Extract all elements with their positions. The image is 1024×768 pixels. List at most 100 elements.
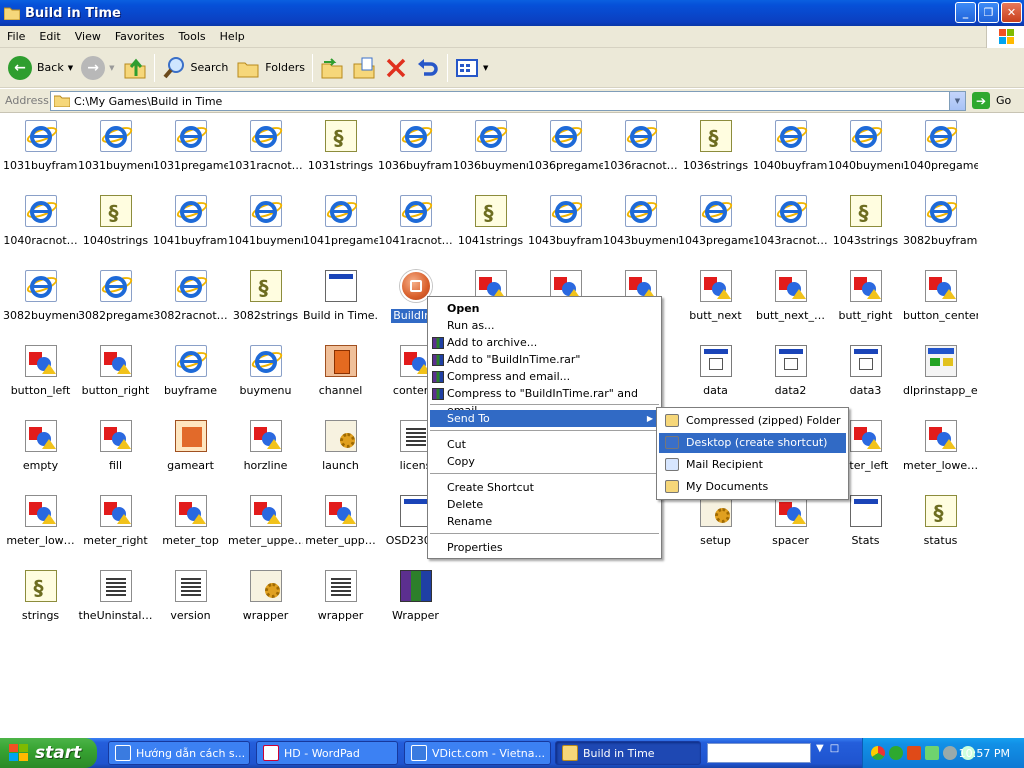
minimize-button[interactable]: _ [955,2,976,23]
file-item[interactable]: 1041racnot… [378,191,453,261]
file-item[interactable]: 3082racnot… [153,266,228,336]
file-item[interactable]: § 3082strings [228,266,303,336]
menu-favorites[interactable]: Favorites [108,30,172,43]
file-item[interactable]: horzline [228,416,303,486]
file-item[interactable]: 1043racnot… [753,191,828,261]
file-item[interactable]: meter_uppe… [228,491,303,561]
file-item[interactable]: Stats [828,491,903,561]
file-item[interactable]: meter_right [78,491,153,561]
file-item[interactable]: Build in Time.CFG [303,266,378,336]
file-item[interactable]: meter_lowe… [903,416,978,486]
file-item[interactable]: buymenu [228,341,303,411]
menu-compress-email[interactable]: Compress and email... [430,368,659,385]
taskbar-address-input[interactable] [707,743,811,763]
folders-button[interactable]: Folders [232,51,309,85]
file-item[interactable]: 1040buymenu [828,116,903,186]
close-button[interactable]: ✕ [1001,2,1022,23]
file-item[interactable]: § 1043strings [828,191,903,261]
file-item[interactable]: 1031buyframe [3,116,78,186]
file-item[interactable]: buyframe [153,341,228,411]
menu-edit[interactable]: Edit [32,30,67,43]
taskbar-item-wordpad[interactable]: HD - WordPad [256,741,398,765]
chevron-down-icon[interactable]: ▼ [68,64,73,72]
file-item[interactable]: meter_top [153,491,228,561]
menu-open[interactable]: Open [430,300,659,317]
file-item[interactable]: 1036pregame [528,116,603,186]
file-item[interactable]: dlprinstapp_en [903,341,978,411]
file-item[interactable]: meter_low… [3,491,78,561]
back-button[interactable]: ← Back ▼ [4,51,77,85]
sendto-mail-recipient[interactable]: Mail Recipient [659,455,846,475]
menu-compress-rar-email[interactable]: Compress to "BuildInTime.rar" and email [430,385,659,417]
taskbar-item-vdict[interactable]: VDict.com - Vietna... [404,741,551,765]
chevron-down-icon[interactable]: ▼ [109,64,114,72]
chevron-down-icon[interactable]: ▼ [816,743,824,754]
file-item[interactable]: § strings [3,566,78,636]
file-item[interactable]: theUninstal… [78,566,153,636]
forward-button[interactable]: → ▼ [77,51,118,85]
file-item[interactable]: channel [303,341,378,411]
menu-rename[interactable]: Rename [430,513,659,530]
maximize-button[interactable]: ❐ [978,2,999,23]
taskbar-item-ie[interactable]: Hướng dẫn cách s... [108,741,250,765]
file-item[interactable]: data2 [753,341,828,411]
file-item[interactable]: 3082buyframe [903,191,978,261]
undo-button[interactable] [412,51,444,85]
file-item[interactable]: wrapper [228,566,303,636]
chevron-down-icon[interactable]: ▼ [483,64,488,72]
search-button[interactable]: Search [158,51,233,85]
menu-copy[interactable]: Copy [430,453,659,470]
file-item[interactable]: spacer [753,491,828,561]
file-item[interactable]: Wrapper [378,566,453,636]
file-item[interactable]: button_left [3,341,78,411]
menu-delete[interactable]: Delete [430,496,659,513]
file-item[interactable]: meter_upp… [303,491,378,561]
file-item[interactable]: § 1036strings [678,116,753,186]
menu-view[interactable]: View [68,30,108,43]
file-item[interactable]: 1043buymenu [603,191,678,261]
menu-tools[interactable]: Tools [172,30,213,43]
file-item[interactable]: button_right [78,341,153,411]
move-to-button[interactable] [316,51,348,85]
file-item[interactable]: § 1041strings [453,191,528,261]
file-item[interactable]: butt_next_… [753,266,828,336]
chrome-icon[interactable] [871,746,885,760]
green-tray-icon[interactable] [889,746,903,760]
address-dropdown-button[interactable]: ▼ [949,92,965,110]
go-button[interactable]: ➔ Go [972,92,1011,109]
file-item[interactable]: empty [3,416,78,486]
file-item[interactable]: butt_next [678,266,753,336]
file-item[interactable]: § status [903,491,978,561]
file-item[interactable]: 1043pregame [678,191,753,261]
file-item[interactable]: fill [78,416,153,486]
file-item[interactable]: wrapper [303,566,378,636]
start-button[interactable]: start [0,738,97,768]
play-tray-icon[interactable] [907,746,921,760]
file-item[interactable]: 1041pregame [303,191,378,261]
settings-tray-icon[interactable] [943,746,957,760]
taskbar-item-build-in-time[interactable]: Build in Time [555,741,701,765]
menu-cut[interactable]: Cut [430,436,659,453]
file-item[interactable]: 1040racnot… [3,191,78,261]
file-item[interactable]: 1040buyframe [753,116,828,186]
file-item[interactable]: 1036racnot… [603,116,678,186]
file-item[interactable]: launch [303,416,378,486]
file-item[interactable]: version [153,566,228,636]
sendto-compressed-folder[interactable]: Compressed (zipped) Folder [659,411,846,431]
file-item[interactable]: button_center [903,266,978,336]
delete-button[interactable] [380,51,412,85]
up-button[interactable] [119,51,151,85]
menu-run-as[interactable]: Run as... [430,317,659,334]
file-item[interactable]: 1031buymenu [78,116,153,186]
file-item[interactable]: data [678,341,753,411]
menu-add-to-archive[interactable]: Add to archive... [430,334,659,351]
toolbar-toggle-icon[interactable]: □ [830,743,839,754]
file-item[interactable]: 1036buymenu [453,116,528,186]
file-item[interactable]: 1040pregame [903,116,978,186]
file-item[interactable]: 1031racnot… [228,116,303,186]
menu-send-to[interactable]: Send To ▶ [430,410,659,427]
menu-help[interactable]: Help [213,30,252,43]
sendto-desktop[interactable]: Desktop (create shortcut) [659,433,846,453]
file-item[interactable]: data3 [828,341,903,411]
file-item[interactable]: 1031pregame [153,116,228,186]
